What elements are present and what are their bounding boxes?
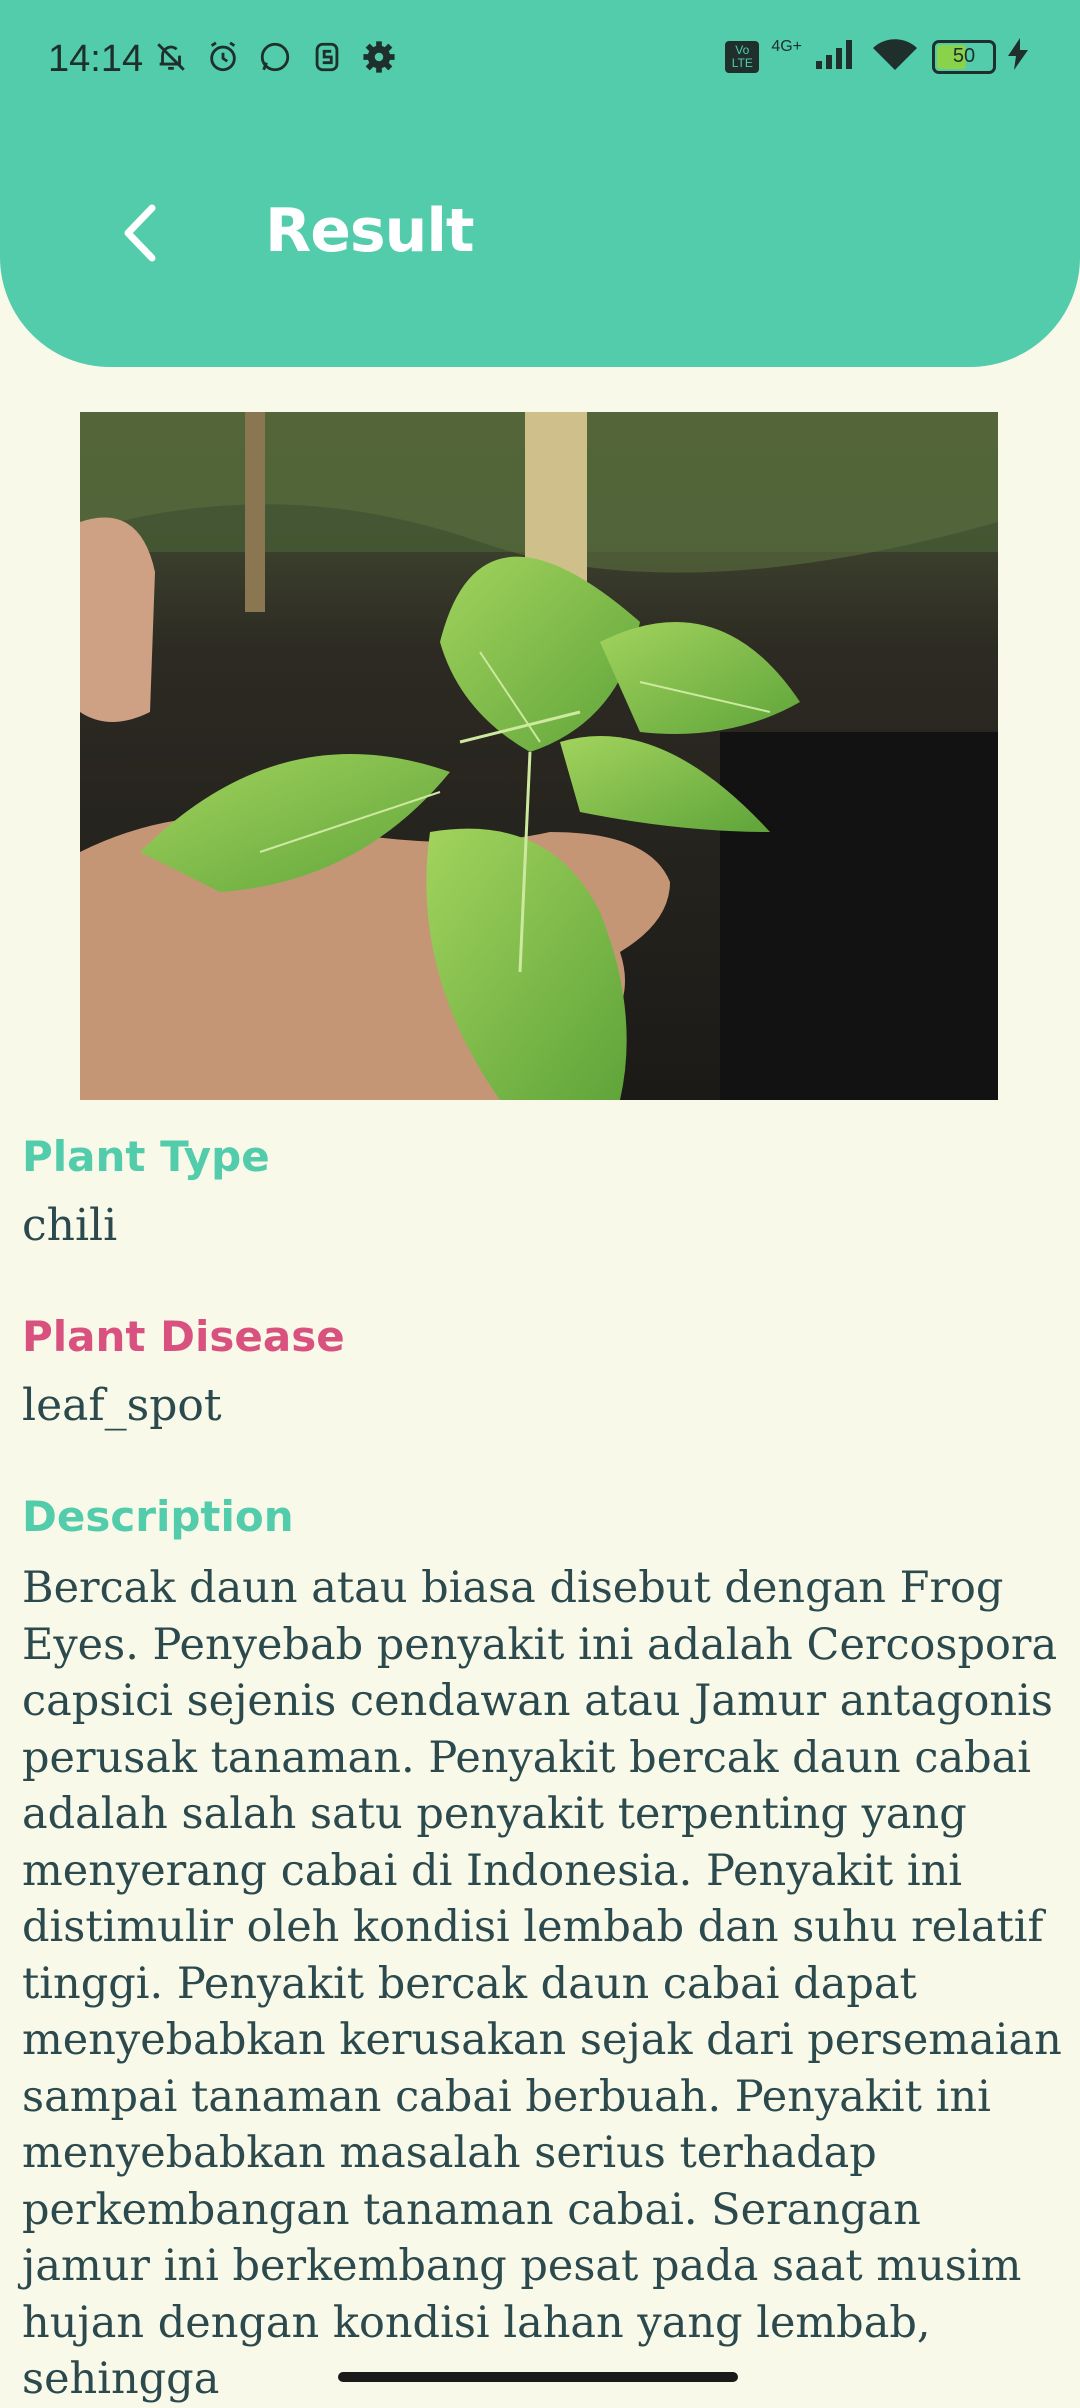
plant-type-label: Plant Type xyxy=(22,1132,270,1181)
notification-icons xyxy=(152,38,398,76)
plant-type-value: chili xyxy=(22,1200,118,1251)
plant-photo xyxy=(80,412,998,1100)
whatsapp-icon xyxy=(256,38,294,76)
network-type: 4G+ xyxy=(771,37,802,55)
page-title: Result xyxy=(265,196,475,266)
charging-icon xyxy=(1008,38,1028,75)
description-label: Description xyxy=(22,1492,294,1541)
app-s-icon xyxy=(308,38,346,76)
back-button[interactable] xyxy=(108,198,168,268)
alarm-icon xyxy=(204,38,242,76)
description-text: Bercak daun atau biasa disebut dengan Fr… xyxy=(22,1563,1062,2404)
settings-gear-icon xyxy=(360,38,398,76)
home-indicator[interactable] xyxy=(338,2372,738,2382)
signal-icon xyxy=(814,37,858,76)
status-bar: 14:14 Vo LTE 4G+ 50 xyxy=(0,0,1080,120)
plant-disease-label: Plant Disease xyxy=(22,1312,345,1361)
volte-icon: Vo LTE xyxy=(725,40,760,73)
chevron-left-icon xyxy=(124,204,156,262)
system-indicators: Vo LTE 4G+ 50 xyxy=(725,36,1028,77)
bell-off-icon xyxy=(152,38,190,76)
battery-level: 50 xyxy=(952,45,976,67)
wifi-icon xyxy=(870,36,920,77)
battery-icon: 50 xyxy=(932,39,996,74)
plant-disease-value: leaf_spot xyxy=(22,1380,222,1431)
status-time: 14:14 xyxy=(48,38,144,80)
